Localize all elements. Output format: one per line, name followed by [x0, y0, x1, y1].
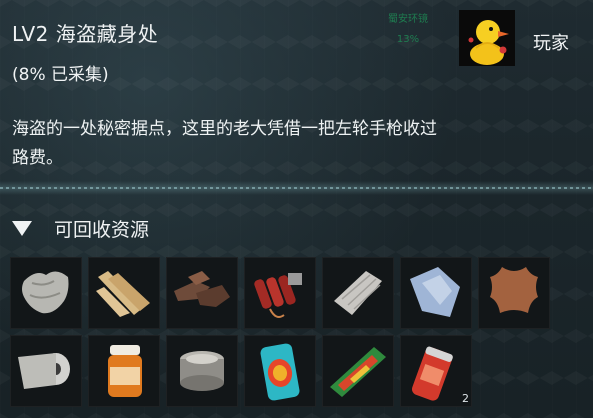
dynamite-bundle-icon — [254, 273, 302, 318]
resource-tile[interactable] — [166, 335, 238, 407]
pill-bottle-icon — [108, 345, 142, 397]
section-divider — [0, 181, 593, 195]
resource-tile[interactable] — [244, 257, 316, 329]
location-description: 海盗的一处秘密据点，这里的老大凭借一把左轮手枪收过 路费。 — [12, 115, 572, 173]
soda-can-icon — [260, 343, 300, 401]
safety-value: 13% — [396, 34, 420, 45]
cloth-rag-icon — [22, 271, 69, 314]
resource-tile[interactable] — [244, 335, 316, 407]
resource-tile[interactable] — [88, 257, 160, 329]
resource-tile[interactable] — [166, 257, 238, 329]
energy-bar-icon — [330, 347, 386, 397]
leather-hide-icon — [490, 267, 538, 313]
tarp-sheet-icon — [410, 267, 460, 317]
resource-tile[interactable] — [322, 335, 394, 407]
safety-indicator: 蜀安环镜 13% — [370, 10, 446, 50]
duck-avatar-icon — [468, 20, 509, 65]
collection-progress: (8% 已采集) — [12, 65, 109, 85]
folded-fabric-icon — [334, 271, 382, 315]
resource-tile[interactable] — [10, 257, 82, 329]
triangle-down-icon — [12, 221, 32, 236]
resource-tile[interactable]: 2 — [400, 335, 472, 407]
resource-count: 2 — [462, 392, 469, 405]
section-title: 可回收资源 — [54, 219, 150, 241]
resource-tile[interactable] — [88, 335, 160, 407]
safety-label: 蜀安环镜 — [388, 14, 428, 25]
wood-planks-icon — [96, 271, 150, 317]
tin-can-icon — [180, 351, 224, 391]
resource-grid: 2 — [10, 257, 570, 417]
player-label: 玩家 — [533, 33, 569, 54]
scrap-pieces-icon — [174, 271, 230, 307]
description-line: 路费。 — [12, 148, 63, 168]
location-title: LV2 海盗藏身处 — [12, 22, 159, 46]
bandage-roll-icon — [18, 353, 70, 389]
resource-tile[interactable] — [478, 257, 550, 329]
resource-tile[interactable] — [322, 257, 394, 329]
resource-tile[interactable] — [400, 257, 472, 329]
description-line: 海盗的一处秘密据点，这里的老大凭借一把左轮手枪收过 — [12, 119, 437, 139]
player-avatar[interactable] — [459, 10, 515, 66]
recyclable-resources-toggle[interactable]: 可回收资源 — [12, 215, 149, 242]
resource-tile[interactable] — [10, 335, 82, 407]
